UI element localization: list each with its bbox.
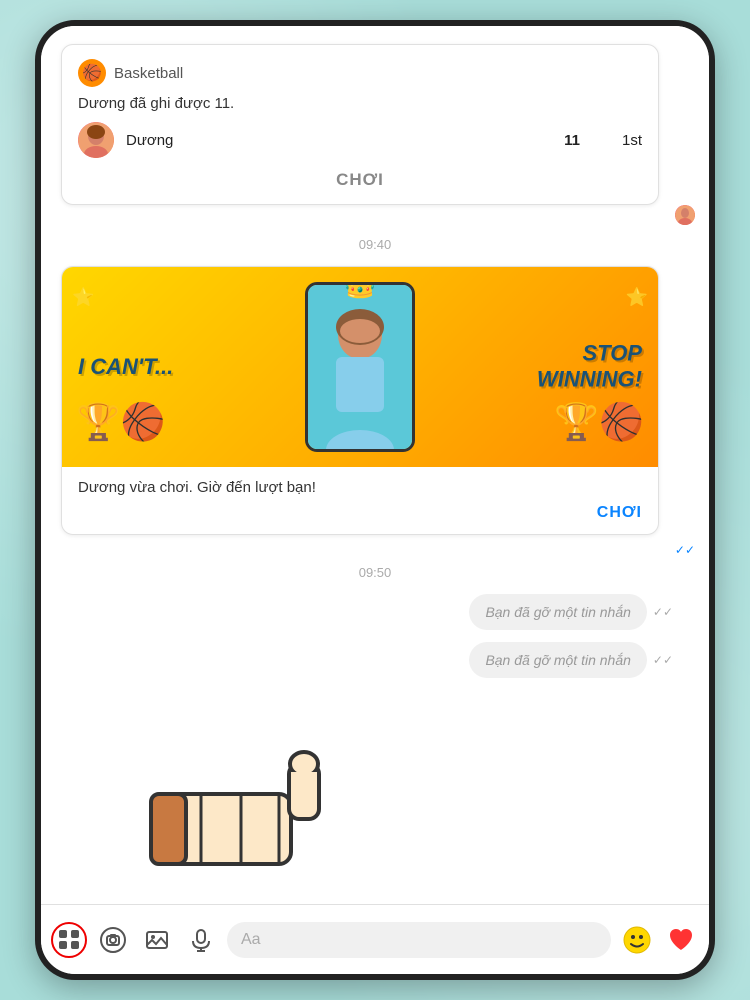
double-check-icon-3: ✓✓ [653,653,673,667]
winner-photo [308,285,412,449]
game-banner: I CAN'T... ⭐ 🏆🏀 👑 [62,267,658,467]
image-button[interactable] [139,922,175,958]
top-game-card: 🏀 Basketball Dương đã ghi được 11. Dương… [61,44,659,205]
input-placeholder: Aa [241,931,261,949]
banner-text-left: I CAN'T... [78,354,173,380]
double-check-icon-1: ✓✓ [675,543,695,557]
stars-right-icon: ⭐ [626,287,648,308]
invite-text: Dương vừa chơi. Giờ đến lượt bạn! [78,479,642,496]
basketball-icon: 🏀 [78,59,106,87]
sport-label: Basketball [114,65,183,82]
basketball-trophy-left: 🏆🏀 [76,401,166,443]
deleted-message-wrapper-1: Bạn đã gỡ một tin nhắn ✓✓ [41,594,709,630]
double-check-icon-2: ✓✓ [653,605,673,619]
player-avatar [78,122,114,158]
player-name: Dương [126,132,552,149]
phone-frame: 🏀 Basketball Dương đã ghi được 11. Dương… [35,20,715,980]
bottom-game-card: I CAN'T... ⭐ 🏆🏀 👑 [61,266,659,535]
play-button-center[interactable]: CHƠI [78,170,642,190]
player-rank: 1st [622,132,642,149]
deleted-message-wrapper-2: Bạn đã gỡ một tin nhắn ✓✓ [41,642,709,678]
grid-icon-button[interactable] [51,922,87,958]
mic-button[interactable] [183,922,219,958]
receipt-avatar-1 [675,205,695,225]
camera-button[interactable] [95,922,131,958]
banner-text-right: STOPWINNING! [537,341,642,394]
message-input[interactable]: Aa [227,922,611,958]
emoji-button[interactable] [619,922,655,958]
deleted-message-2: Bạn đã gỡ một tin nhắn [469,642,646,678]
basketball-trophy-right: 🏆🏀 [554,401,644,443]
heart-button[interactable] [663,922,699,958]
deleted-message-1: Bạn đã gỡ một tin nhắn [469,594,646,630]
crown-icon: 👑 [343,282,378,300]
timestamp-1: 09:40 [41,237,709,252]
center-phone-display: 👑 [305,282,415,452]
chat-area: 🏀 Basketball Dương đã ghi được 11. Dương… [41,26,709,904]
score-text: Dương đã ghi được 11. [78,95,642,112]
game-card-body: Dương vừa chơi. Giờ đến lượt bạn! CHƠI [62,467,658,534]
player-score: 11 [564,132,580,149]
play-button-right[interactable]: CHƠI [78,504,642,522]
timestamp-2: 09:50 [41,565,709,580]
grid-dots-icon [59,930,79,950]
stars-left-icon: ⭐ [72,287,94,308]
input-bar: Aa [41,904,709,974]
score-row: Dương 11 1st [78,122,642,158]
